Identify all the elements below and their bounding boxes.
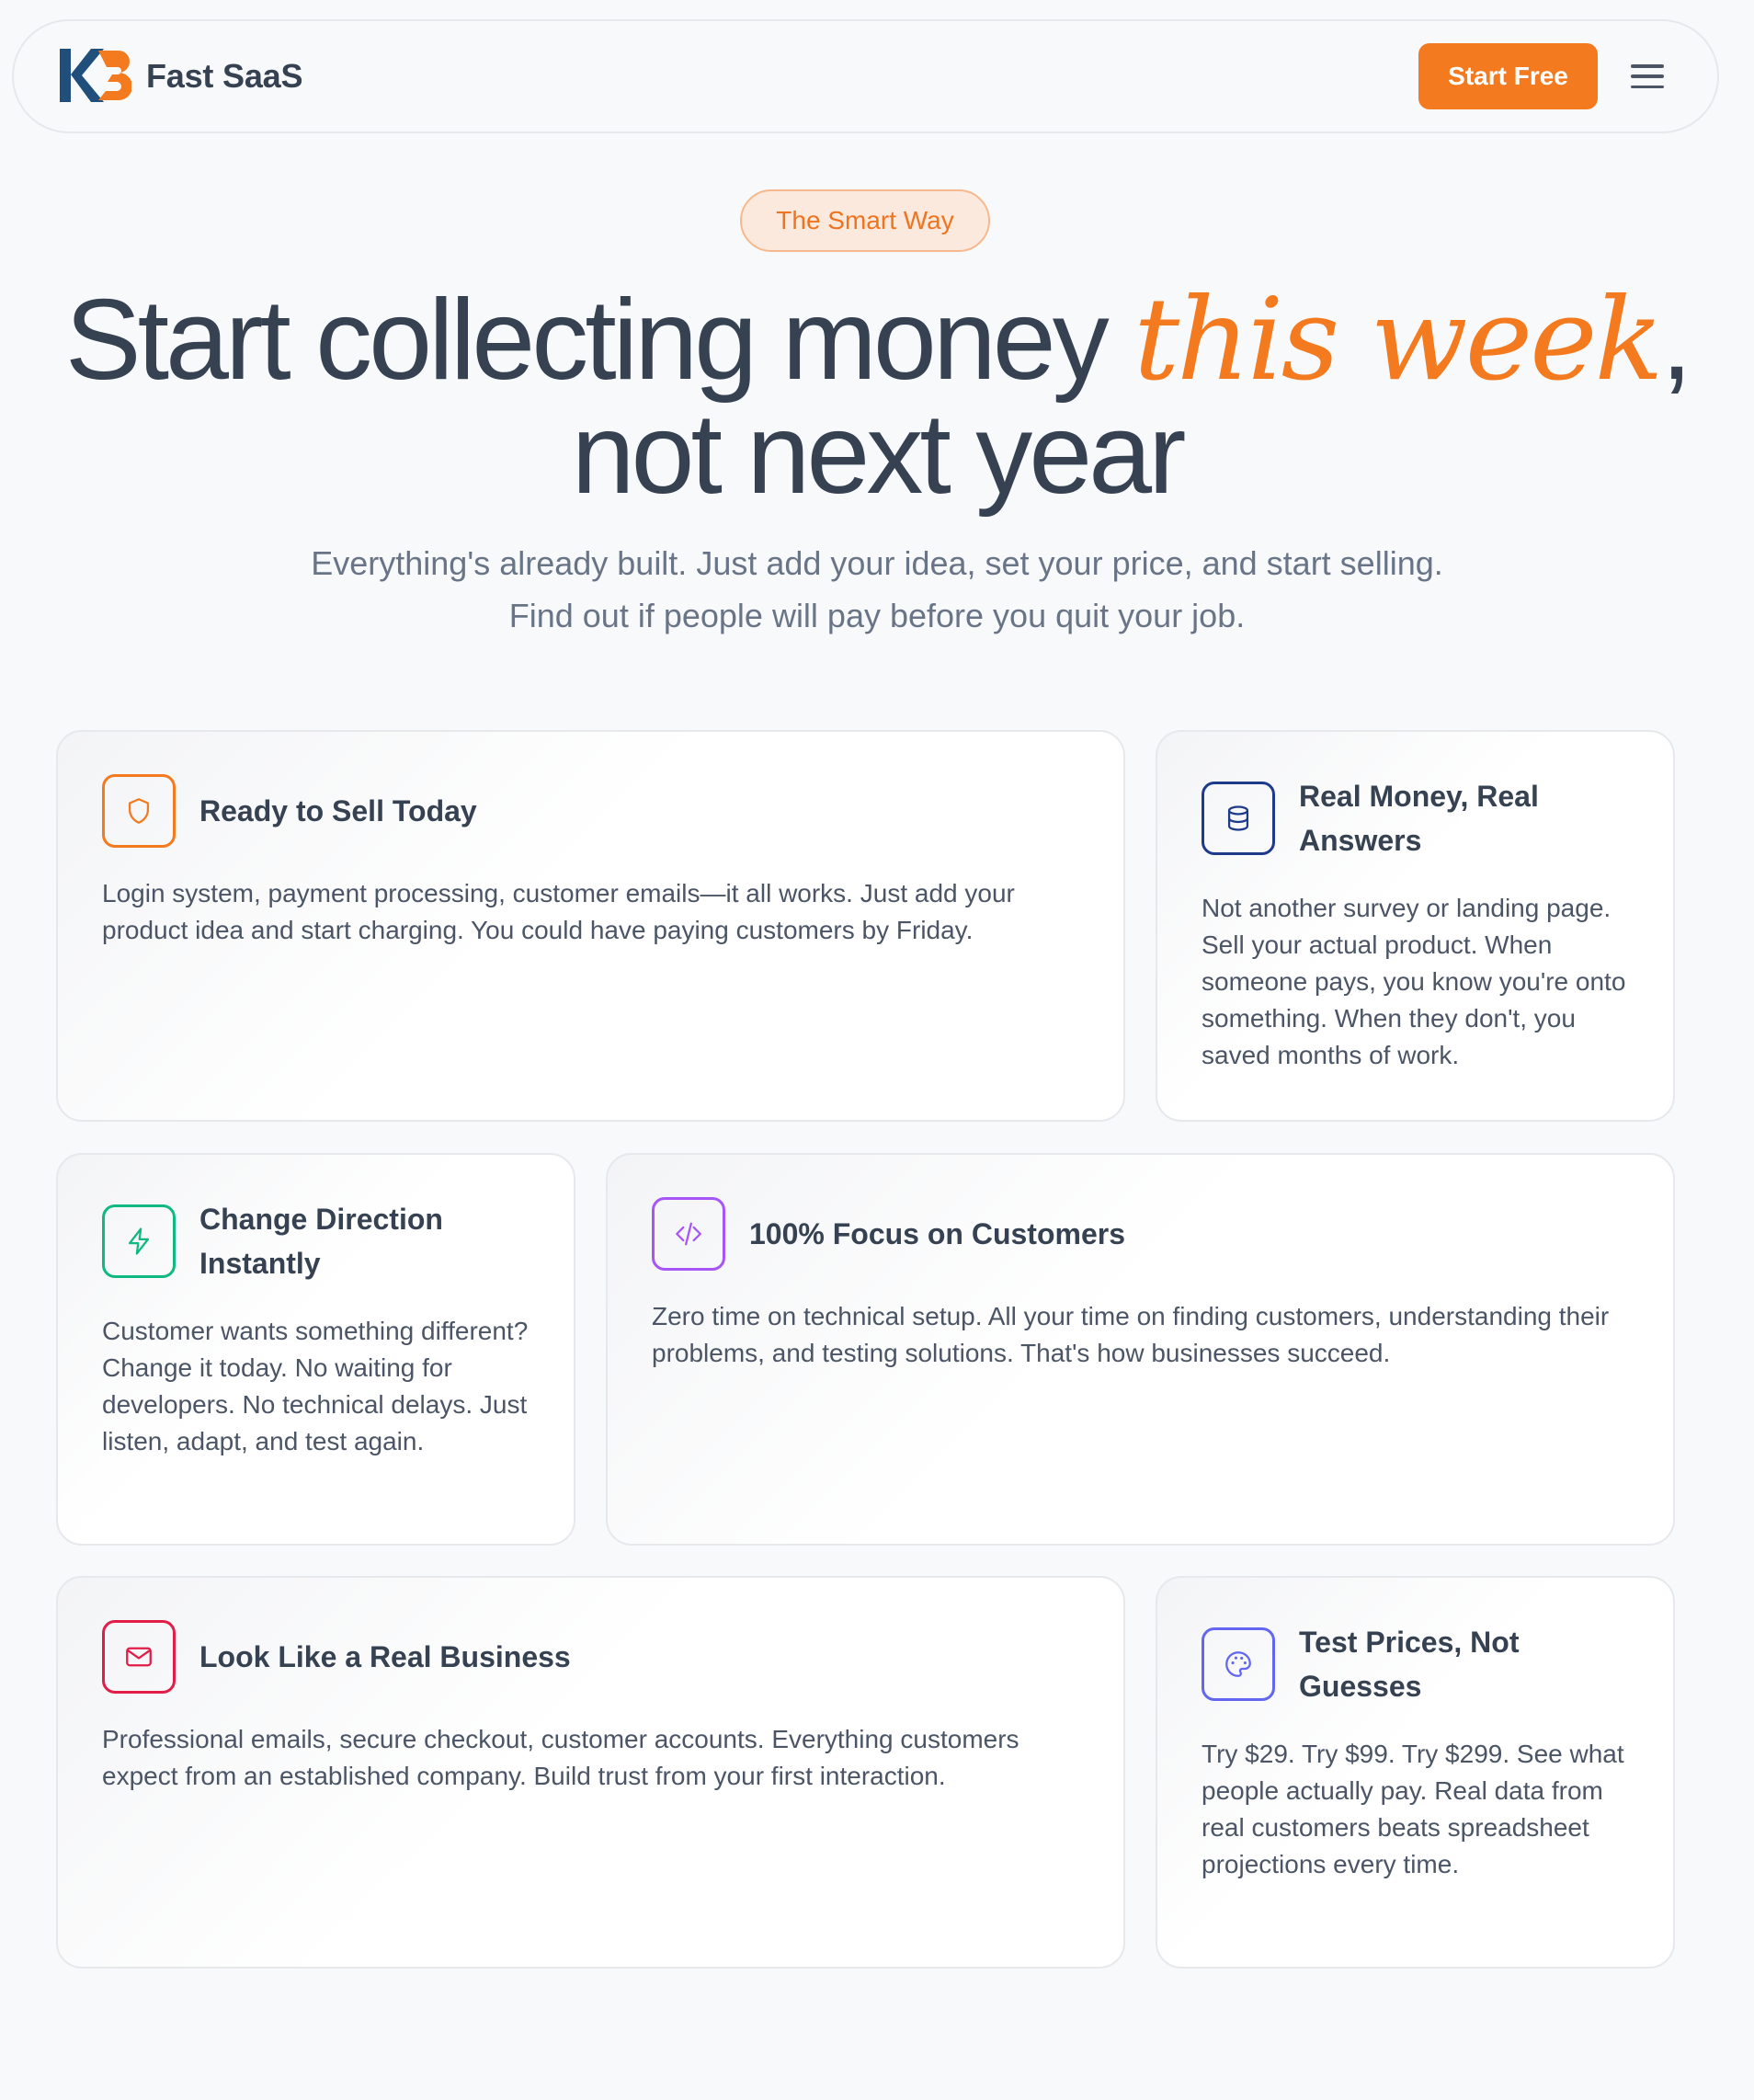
feature-title: Real Money, Real Answers	[1299, 780, 1539, 857]
k3-logo-icon	[60, 49, 131, 102]
feature-card-focus-customers: 100% Focus on Customers Zero time on tec…	[606, 1153, 1675, 1546]
top-navbar: Fast SaaS Start Free	[12, 19, 1719, 133]
feature-card-test-prices: Test Prices, Not Guesses Try $29. Try $9…	[1156, 1576, 1675, 1969]
database-icon	[1202, 782, 1275, 855]
hero-subtitle-line2: Find out if people will pay before you q…	[508, 597, 1246, 634]
hamburger-menu-icon[interactable]	[1629, 58, 1666, 95]
feature-description: Try $29. Try $99. Try $299. See what peo…	[1202, 1740, 1624, 1878]
nav-actions: Start Free	[1418, 43, 1666, 109]
feature-title: 100% Focus on Customers	[749, 1217, 1125, 1250]
mail-icon	[102, 1620, 176, 1694]
hero-title-line2: not next year	[571, 391, 1187, 518]
feature-title: Test Prices, Not Guesses	[1299, 1626, 1520, 1703]
hero-title-before: Start collecting money	[64, 277, 1134, 404]
feature-title: Change Direction Instantly	[199, 1203, 443, 1280]
section-badge: The Smart Way	[740, 189, 990, 252]
feature-title: Ready to Sell Today	[199, 794, 477, 827]
feature-description: Zero time on technical setup. All your t…	[652, 1302, 1610, 1367]
feature-description: Not another survey or landing page. Sell…	[1202, 894, 1626, 1069]
palette-icon	[1202, 1627, 1275, 1701]
start-free-button[interactable]: Start Free	[1418, 43, 1598, 109]
feature-card-real-money: Real Money, Real Answers Not another sur…	[1156, 730, 1675, 1122]
feature-description: Professional emails, secure checkout, cu…	[102, 1725, 1019, 1790]
feature-title: Look Like a Real Business	[199, 1640, 571, 1673]
code-icon	[652, 1197, 725, 1271]
shield-icon	[102, 774, 176, 848]
brand[interactable]: Fast SaaS	[58, 47, 302, 106]
hero-title: Start collecting money this week, not ne…	[0, 283, 1754, 511]
hero-title-accent: this week	[1133, 274, 1663, 406]
brand-name: Fast SaaS	[146, 57, 303, 95]
lightning-icon	[102, 1204, 176, 1278]
hero-title-comma: ,	[1660, 277, 1693, 404]
feature-card-ready-to-sell: Ready to Sell Today Login system, paymen…	[56, 730, 1125, 1122]
hero-subtitle: Everything's already built. Just add you…	[0, 537, 1754, 642]
feature-description: Customer wants something different? Chan…	[102, 1317, 529, 1455]
feature-card-change-direction: Change Direction Instantly Customer want…	[56, 1153, 575, 1546]
feature-card-real-business: Look Like a Real Business Professional e…	[56, 1576, 1125, 1969]
hero-subtitle-line1: Everything's already built. Just add you…	[311, 544, 1443, 582]
feature-description: Login system, payment processing, custom…	[102, 879, 1015, 944]
